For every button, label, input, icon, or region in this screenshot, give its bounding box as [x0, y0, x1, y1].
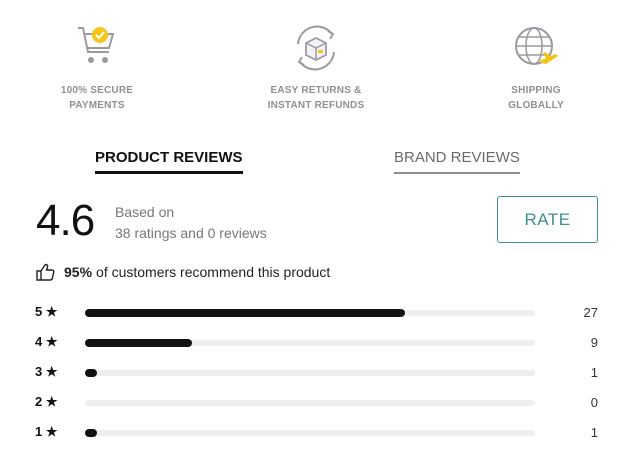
rating-row-label: 4 ★: [35, 334, 58, 349]
review-tabs: PRODUCT REVIEWS BRAND REVIEWS: [0, 148, 632, 178]
rating-bar-fill: [85, 339, 192, 347]
rating-row-5: 5 ★ 27: [0, 302, 632, 324]
rating-bar-track: [85, 369, 535, 377]
trust-badges: 100% SECURE PAYMENTS EASY RETURNS & INST…: [0, 22, 632, 117]
recommend-percent: 95%: [64, 264, 93, 280]
average-rating: 4.6: [36, 196, 95, 245]
thumbs-up-icon: [36, 263, 55, 281]
badge-secure-payments: 100% SECURE PAYMENTS: [17, 22, 177, 113]
badge-line-2: GLOBALLY: [508, 100, 564, 111]
badge-line-1: SHIPPING: [511, 85, 561, 96]
rating-row-count: 1: [590, 365, 598, 380]
box-return-icon: [297, 25, 335, 71]
recommend-line: 95% of customers recommend this product: [35, 262, 330, 282]
rating-row-label: 2 ★: [35, 394, 58, 409]
rating-bar-track: [85, 339, 535, 347]
rating-row-label: 1 ★: [35, 424, 58, 439]
rate-button[interactable]: RATE: [497, 196, 598, 243]
rating-bar-fill: [85, 369, 97, 377]
rating-row-label: 5 ★: [35, 304, 58, 319]
rating-row-count: 27: [583, 305, 598, 320]
rating-row-1: 1 ★ 1: [0, 422, 632, 444]
rating-bar-track: [85, 400, 535, 406]
cart-check-icon: [78, 27, 115, 63]
rating-row-label: 3 ★: [35, 364, 58, 379]
recommend-text: of customers recommend this product: [96, 264, 331, 280]
rating-row-count: 0: [590, 395, 598, 410]
rating-row-3: 3 ★ 1: [0, 362, 632, 384]
badge-shipping-globally: SHIPPING GLOBALLY: [456, 22, 616, 113]
rating-bar-track: [85, 429, 535, 437]
based-on-label: Based on: [115, 204, 175, 220]
tab-brand-reviews[interactable]: BRAND REVIEWS: [394, 148, 520, 174]
badge-line-1: EASY RETURNS &: [270, 85, 362, 96]
badge-easy-returns: EASY RETURNS & INSTANT REFUNDS: [236, 22, 396, 113]
globe-plane-icon: [515, 27, 558, 65]
ratings-count-text: 38 ratings and 0 reviews: [115, 225, 267, 241]
rating-row-count: 1: [590, 425, 598, 440]
rating-row-4: 4 ★ 9: [0, 332, 632, 354]
badge-line-2: INSTANT REFUNDS: [267, 100, 365, 111]
rating-row-count: 9: [590, 335, 598, 350]
rating-bar-track: [85, 309, 535, 317]
rating-bar-fill: [85, 429, 97, 437]
badge-line-1: 100% SECURE: [60, 85, 134, 96]
rating-bar-fill: [85, 309, 405, 317]
badge-line-2: PAYMENTS: [69, 100, 125, 111]
tab-product-reviews[interactable]: PRODUCT REVIEWS: [95, 148, 243, 174]
rating-basis: Based on 38 ratings and 0 reviews: [115, 202, 267, 244]
rating-row-2: 2 ★ 0: [0, 392, 632, 414]
